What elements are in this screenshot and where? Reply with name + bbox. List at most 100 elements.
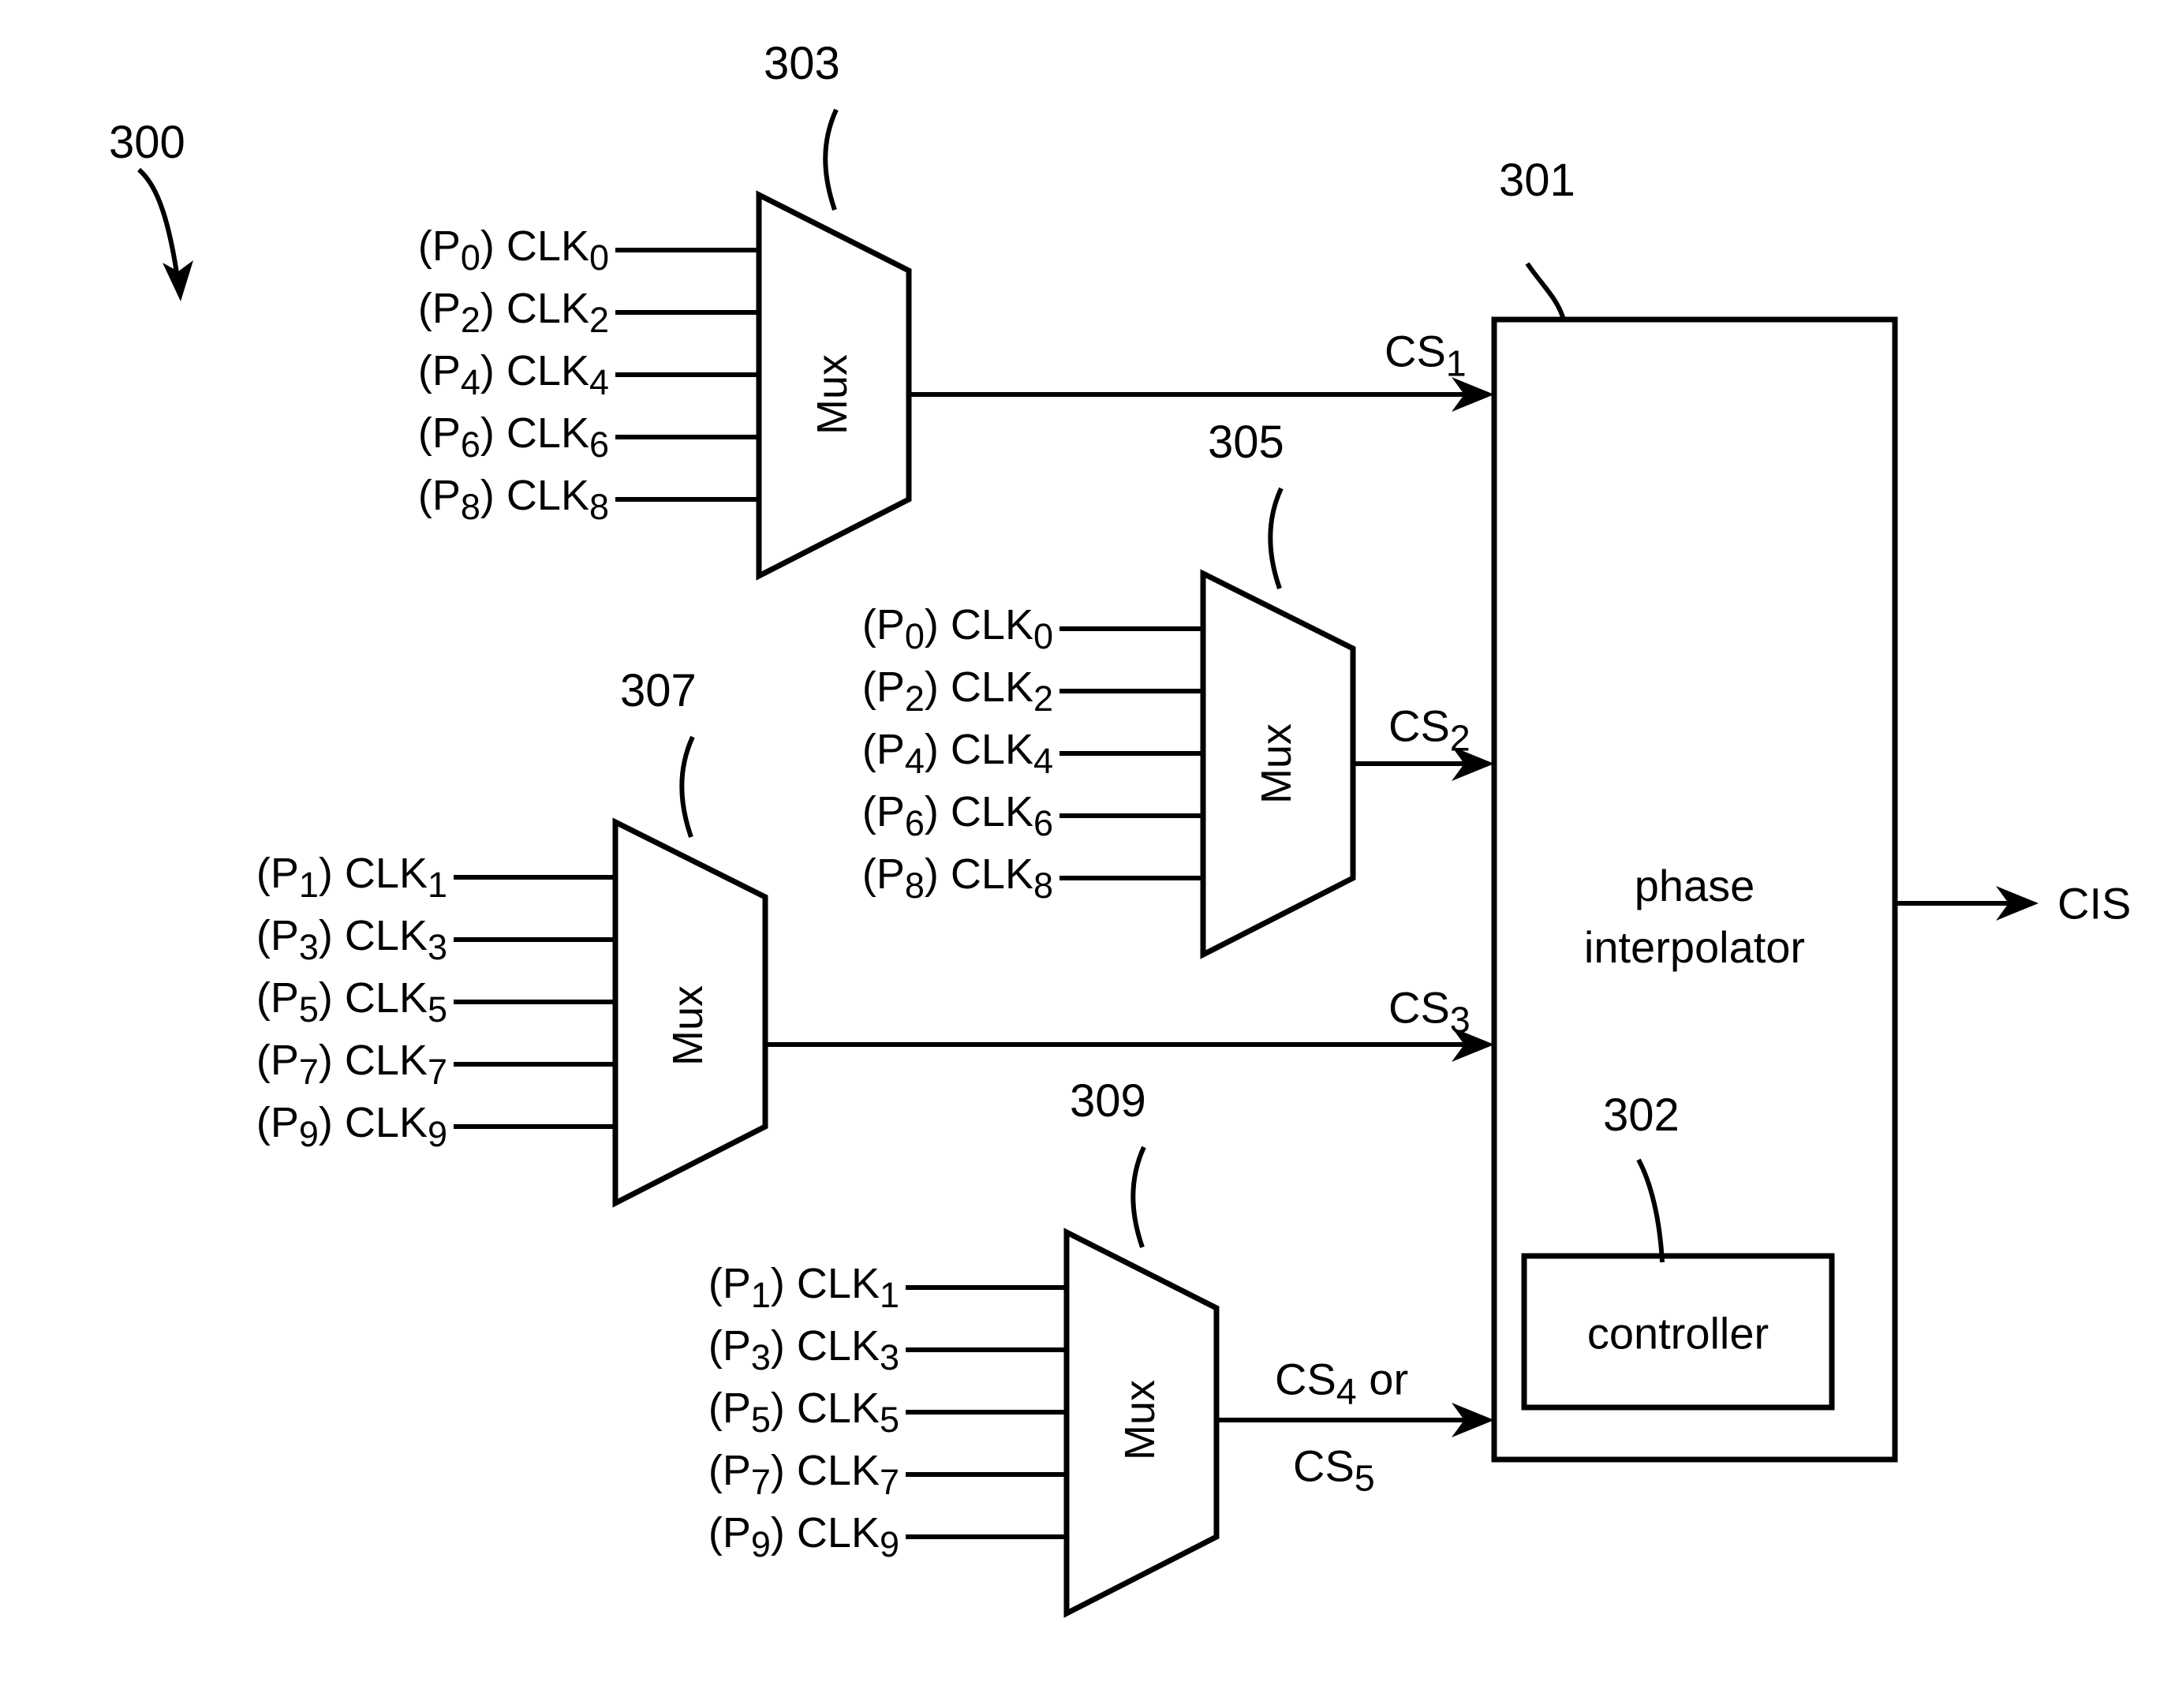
mux-305-input-1-clk: CLK2 [950, 663, 1053, 719]
leader-307 [679, 735, 695, 838]
mux-307-input-4-phase: (P9) [256, 1099, 333, 1154]
mux-305-input-4-clk: CLK8 [950, 850, 1053, 906]
cs2-subscript: 2 [1449, 717, 1471, 759]
mux-305-input-0: (P0) CLK0 [801, 600, 1053, 657]
mux-303-input-2-phase: (P4) [417, 347, 495, 402]
mux-307-group[interactable] [454, 817, 768, 1208]
mux-303-input-3-phase: (P6) [417, 409, 495, 465]
mux-307-reference: 307 [620, 665, 697, 716]
leader-303 [823, 108, 839, 211]
mux-305-input-3: (P6) CLK6 [801, 787, 1053, 844]
mux-307-input-3-clk: CLK7 [344, 1037, 447, 1092]
mux-303-input-4-clk: CLK8 [506, 472, 609, 527]
mux-309-input-3: (P7) CLK7 [647, 1446, 899, 1503]
mux-309-input-0-clk: CLK1 [796, 1260, 899, 1315]
cs5-text: CS [1293, 1441, 1355, 1491]
signal-label-cs2: CS2 [1388, 700, 1471, 759]
mux-303-label: Mux [809, 353, 856, 435]
wire-cis-output [1895, 886, 2039, 921]
mux-305-reference: 305 [1208, 417, 1284, 468]
mux-309-group[interactable] [906, 1228, 1220, 1618]
signal-label-cs4: CS4 or [1275, 1353, 1408, 1412]
mux-309-input-3-clk: CLK7 [796, 1447, 899, 1502]
mux-309-input-2: (P5) CLK5 [647, 1384, 899, 1441]
mux-309-reference: 309 [1070, 1075, 1146, 1127]
cs4-text: CS [1275, 1354, 1336, 1404]
cs4-subscript: 4 [1336, 1370, 1357, 1412]
figure-reference-300: 300 [109, 117, 185, 168]
cs1-subscript: 1 [1445, 342, 1467, 384]
mux-309-input-2-clk: CLK5 [796, 1385, 899, 1440]
mux-309-input-0-phase: (P1) [708, 1260, 785, 1315]
mux-303-input-0-phase: (P0) [417, 222, 495, 278]
signal-label-cs5: CS5 [1293, 1440, 1375, 1499]
mux-307-label: Mux [664, 985, 712, 1067]
mux-303-input-1-clk: CLK2 [506, 285, 609, 340]
cs2-text: CS [1388, 701, 1450, 751]
mux-303-input-2: (P4) CLK4 [357, 346, 609, 403]
mux-309-input-0: (P1) CLK1 [647, 1259, 899, 1316]
mux-309-input-1-phase: (P3) [708, 1322, 785, 1377]
mux-305-input-3-phase: (P6) [861, 788, 939, 843]
mux-307-input-2-clk: CLK5 [344, 974, 447, 1030]
mux-307-input-2: (P5) CLK5 [195, 974, 447, 1030]
mux-309-input-4-phase: (P9) [708, 1509, 785, 1564]
phase-interpolator-label-line2: interpolator [1583, 922, 1806, 972]
mux-305-input-2-phase: (P4) [861, 726, 939, 781]
cs3-text: CS [1388, 982, 1450, 1033]
phase-interpolator-label-line1: phase [1634, 861, 1755, 910]
mux-303-input-1: (P2) CLK2 [357, 284, 609, 341]
signal-label-cs1: CS1 [1385, 325, 1467, 384]
mux-309-input-4: (P9) CLK9 [647, 1508, 899, 1565]
mux-303-input-4-phase: (P8) [417, 472, 495, 527]
leader-309 [1130, 1146, 1146, 1248]
mux-303-input-2-clk: CLK4 [506, 347, 609, 402]
mux-305-input-3-clk: CLK6 [950, 788, 1053, 843]
controller-label: controller [1586, 1308, 1769, 1359]
mux-307-input-0-phase: (P1) [256, 850, 333, 905]
mux-305-input-4: (P8) CLK8 [801, 850, 1053, 906]
mux-305-input-1: (P2) CLK2 [801, 663, 1053, 719]
mux-303-group[interactable] [615, 190, 912, 581]
leader-301 [1525, 262, 1566, 320]
mux-307-input-4: (P9) CLK9 [195, 1098, 447, 1155]
output-label-cis: CIS [2057, 878, 2132, 929]
mux-305-label: Mux [1253, 723, 1300, 805]
mux-307-input-3-phase: (P7) [256, 1037, 333, 1092]
mux-305-input-4-phase: (P8) [861, 850, 939, 906]
figure-canvas: 300 303 305 307 309 301 302 (P0) CLK0 (P… [0, 0, 2160, 1708]
signal-label-cs3: CS3 [1388, 981, 1471, 1041]
cs4-or-word: or [1356, 1354, 1409, 1404]
wire-cs3 [765, 1027, 1494, 1062]
mux-305-input-0-clk: CLK0 [950, 601, 1053, 656]
mux-307-input-1: (P3) CLK3 [195, 911, 447, 968]
controller-reference: 302 [1603, 1089, 1680, 1141]
mux-303-input-3: (P6) CLK6 [357, 409, 609, 465]
mux-309-input-1-clk: CLK3 [796, 1322, 899, 1377]
mux-309-input-1: (P3) CLK3 [647, 1321, 899, 1378]
mux-307-input-1-phase: (P3) [256, 912, 333, 967]
mux-309-input-2-phase: (P5) [708, 1385, 785, 1440]
mux-305-input-2-clk: CLK4 [950, 726, 1053, 781]
mux-303-reference: 303 [764, 38, 840, 89]
mux-307-input-0: (P1) CLK1 [195, 849, 447, 906]
mux-307-input-3: (P7) CLK7 [195, 1036, 447, 1093]
leader-305 [1268, 487, 1284, 589]
phase-interpolator-reference: 301 [1499, 155, 1575, 206]
mux-307-input-2-phase: (P5) [256, 974, 333, 1030]
mux-309-label: Mux [1116, 1379, 1164, 1461]
mux-303-input-1-phase: (P2) [417, 285, 495, 340]
mux-307-input-0-clk: CLK1 [344, 850, 447, 905]
cs1-text: CS [1385, 326, 1446, 376]
mux-305-input-0-phase: (P0) [861, 601, 939, 656]
cs5-subscript: 5 [1354, 1457, 1375, 1499]
mux-305-group[interactable] [1059, 569, 1356, 959]
mux-307-input-4-clk: CLK9 [344, 1099, 447, 1154]
mux-303-input-3-clk: CLK6 [506, 409, 609, 465]
mux-305-input-2: (P4) CLK4 [801, 725, 1053, 782]
mux-309-input-4-clk: CLK9 [796, 1509, 899, 1564]
mux-309-input-3-phase: (P7) [708, 1447, 785, 1502]
mux-303-input-0-clk: CLK0 [506, 222, 609, 278]
mux-305-input-1-phase: (P2) [861, 663, 939, 719]
mux-307-input-1-clk: CLK3 [344, 912, 447, 967]
